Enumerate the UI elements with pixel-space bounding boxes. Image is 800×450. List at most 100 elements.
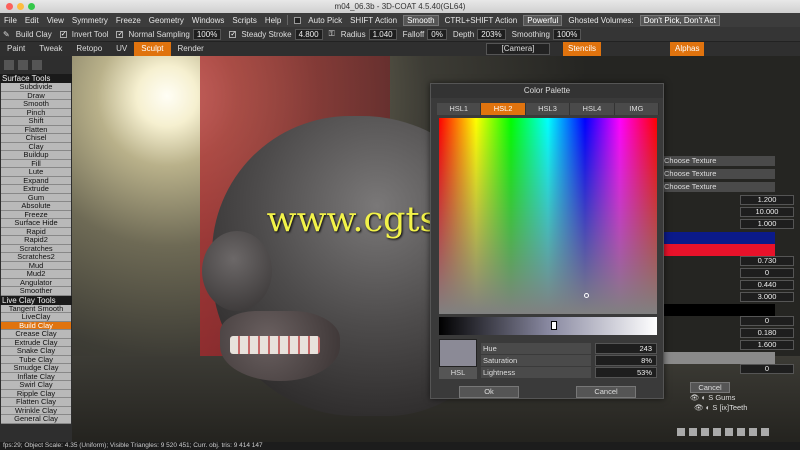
sculpted-teeth [230,336,320,354]
shift-action-dropdown[interactable]: Smooth [403,14,439,26]
room-sculpt[interactable]: Sculpt [134,42,171,56]
property-field[interactable]: 0 [740,316,794,326]
lightness-label: Lightness [481,367,591,378]
ctrl-shift-action-dropdown[interactable]: Powerful [523,14,563,26]
choose-texture-button[interactable]: Choose Texture [660,169,775,179]
delete-icon[interactable] [677,428,685,436]
radius-label: Radius [340,29,366,39]
depth-field[interactable]: 203% [477,28,506,40]
panel-cancel-button[interactable]: Cancel [690,382,730,393]
room-paint[interactable]: Paint [0,42,32,56]
tab-hsl1[interactable]: HSL1 [437,103,482,115]
lightness-slider-handle[interactable] [551,321,557,330]
invert-tool-checkbox[interactable]: ✓ [59,30,67,38]
menu-symmetry[interactable]: Symmetry [68,16,112,25]
property-field[interactable]: 0 [740,268,794,278]
color-bar-red[interactable] [660,244,775,256]
minimize-window-button[interactable] [17,3,24,10]
room-tweak[interactable]: Tweak [32,42,69,56]
menu-geometry[interactable]: Geometry [145,16,188,25]
pen-icon[interactable] [32,60,42,70]
normal-sampling-checkbox[interactable]: ✓ [116,30,124,38]
invert-tool-label: Invert Tool [71,29,109,39]
radius-field[interactable]: 1.040 [368,28,397,40]
brush-icon[interactable]: ✎ [0,30,13,39]
menu-windows[interactable]: Windows [188,16,228,25]
lock-icon[interactable]: ⚿ [326,29,338,39]
hue-label: Hue [481,343,591,354]
property-field[interactable]: 0.730 [740,256,794,266]
menu-edit[interactable]: Edit [21,16,43,25]
surface-tools-list: Subdivide Draw Smooth Pinch Shift Flatten Chis… [0,83,72,296]
room-render[interactable]: Render [171,42,211,56]
falloff-field[interactable]: 0% [427,28,447,40]
steady-stroke-field[interactable]: 4.800 [294,28,323,40]
room-retopo[interactable]: Retopo [69,42,109,56]
clone-icon[interactable] [701,428,709,436]
live-clay-tool-button[interactable]: General Clay [1,415,71,424]
lightness-field[interactable]: 53% [595,367,657,378]
tree-item-gums[interactable]: 👁 ◐ S Gums [690,393,800,403]
hue-row: Hue 243 [479,343,657,354]
choose-texture-button[interactable]: Choose Texture [660,156,775,166]
property-field[interactable]: 0 [740,364,794,374]
menu-freeze[interactable]: Freeze [112,16,145,25]
tab-alphas[interactable]: Alphas [670,42,705,56]
gear-icon[interactable] [749,428,757,436]
window-title: m04_06.3b - 3D-COAT 4.5.40(GL64) [334,2,466,11]
tools-panel: Surface Tools Subdivide Draw Smooth Pinch Sh… [0,56,72,442]
saturation-row: Saturation 8% [479,355,657,366]
cancel-button[interactable]: Cancel [576,386,636,398]
menu-file[interactable]: File [0,16,21,25]
add-volume-icon[interactable] [689,428,697,436]
close-window-button[interactable] [6,3,13,10]
tab-hsl4[interactable]: HSL4 [570,103,615,115]
smoothing-label: Smoothing [511,29,550,39]
menu-separator [287,15,289,25]
tab-hsl3[interactable]: HSL3 [525,103,571,115]
steady-stroke-checkbox[interactable]: ✓ [229,30,237,38]
lightness-slider[interactable] [439,317,657,335]
menu-view[interactable]: View [43,16,68,25]
room-uv[interactable]: UV [109,42,134,56]
color-palette-dialog: Color Palette HSL1 HSL2 HSL3 HSL4 IMG HS… [430,83,664,399]
saturation-field[interactable]: 8% [595,355,657,366]
color-bar-gray[interactable] [660,352,775,364]
tab-stencils[interactable]: Stencils [563,42,602,56]
property-field[interactable]: 3.000 [740,292,794,302]
current-color-swatch [439,339,477,367]
menu-help[interactable]: Help [261,16,285,25]
ghosted-volumes-dropdown[interactable]: Don't Pick, Don't Act [639,14,720,26]
property-field[interactable]: 0.440 [740,280,794,290]
layer-icon[interactable] [737,428,745,436]
choose-texture-button[interactable]: Choose Texture [660,182,775,192]
auto-pick-checkbox[interactable] [294,16,302,24]
zoom-window-button[interactable] [28,3,35,10]
tab-hsl2[interactable]: HSL2 [481,103,526,115]
auto-pick-label: Auto Pick [308,15,343,25]
color-bar-black[interactable] [660,304,775,316]
smoothing-field[interactable]: 100% [552,28,582,40]
live-clay-tools-list: Tangent Smooth LiveClay Build Clay Crease C… [0,304,72,424]
tab-img[interactable]: IMG [614,103,660,115]
folder-icon[interactable] [725,428,733,436]
menu-scripts[interactable]: Scripts [228,16,260,25]
tree-item-teeth[interactable]: 👁 ◐ S [ix]Teeth [690,403,800,413]
property-field[interactable]: 1.600 [740,340,794,350]
sculpted-nose [202,231,272,311]
surface-tool-button[interactable]: Smoother [1,287,71,296]
tool-mode-icons [0,56,72,74]
ok-button[interactable]: Ok [459,386,519,398]
text-icon[interactable] [18,60,28,70]
menu-icon[interactable] [761,428,769,436]
property-field[interactable]: 0.180 [740,328,794,338]
normal-sampling-field[interactable]: 100% [192,28,222,40]
color-picker-cursor[interactable] [584,293,589,298]
hue-saturation-picker[interactable] [439,118,657,314]
hue-field[interactable]: 243 [595,343,657,354]
falloff-label: Falloff [402,29,425,39]
hsl-mode-button[interactable]: HSL [439,367,477,379]
select-icon[interactable] [4,60,14,70]
camera-dropdown[interactable]: [Camera] [486,43,550,55]
merge-icon[interactable] [713,428,721,436]
